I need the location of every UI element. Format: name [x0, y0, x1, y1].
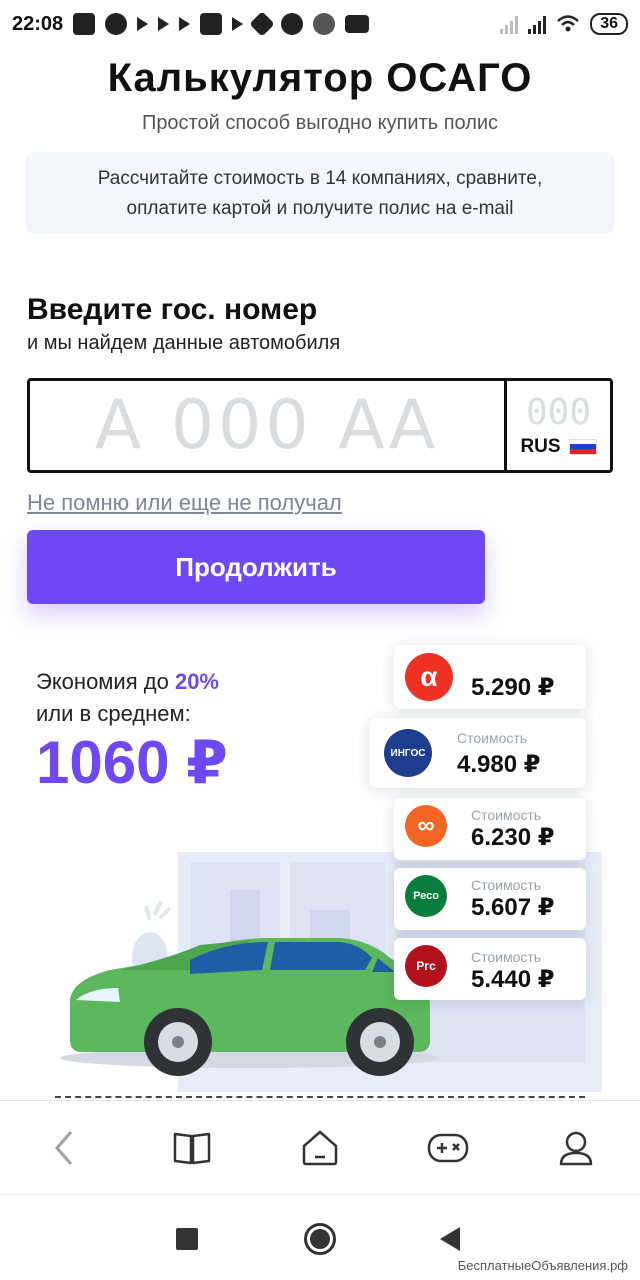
play-icon [158, 17, 170, 31]
offer-price: 5.440 ₽ [471, 966, 555, 993]
russia-flag-icon [568, 438, 597, 455]
games-button[interactable] [418, 1118, 478, 1178]
plate-number-field[interactable]: А 000 АА [30, 381, 507, 470]
back-icon [55, 1130, 73, 1165]
savings-percent: 20% [174, 669, 219, 694]
bookmarks-button[interactable] [162, 1118, 222, 1178]
savings-amount: 1060 ₽ [36, 729, 228, 796]
continue-button[interactable]: Продолжить [27, 530, 485, 604]
status-time: 22:08 [12, 12, 64, 35]
back-button[interactable] [34, 1118, 94, 1178]
offer-price: 5.607 ₽ [471, 894, 555, 921]
offer-caption: Стоимость [471, 877, 542, 893]
savings-prefix: Экономия до [36, 669, 169, 694]
offer-card[interactable]: ∞ Стоимость 6.230 ₽ [394, 798, 586, 860]
plate-heading: Введите гос. номер [27, 293, 318, 326]
signal-icon [500, 14, 519, 34]
profile-icon [559, 1131, 593, 1165]
signal-icon [528, 14, 547, 34]
offer-price: 6.230 ₽ [471, 824, 555, 851]
notification-icons [73, 11, 370, 37]
offer-price: 4.980 ₽ [457, 751, 541, 778]
no-plate-link[interactable]: Не помню или еще не получал [27, 490, 342, 516]
offer-card[interactable]: α 5.290 ₽ [394, 645, 586, 709]
reso-logo-icon: Ресо [405, 875, 447, 917]
gamepad-icon [427, 1133, 469, 1162]
home-circle-icon[interactable] [304, 1223, 336, 1255]
info-line-1: Рассчитайте стоимость в 14 компаниях, ср… [97, 168, 543, 189]
viber-icon [281, 13, 304, 35]
offer-price: 5.290 ₽ [471, 674, 555, 701]
back-triangle-icon[interactable] [440, 1227, 460, 1251]
browser-bottom-nav [0, 1100, 640, 1194]
home-button[interactable] [290, 1118, 350, 1178]
info-box: Рассчитайте стоимость в 14 компаниях, ср… [26, 152, 614, 234]
home-icon [302, 1130, 338, 1165]
region-code-placeholder: 000 [525, 391, 592, 433]
message-icon [73, 13, 96, 35]
plate-subheading: и мы найдем данные автомобиля [27, 332, 341, 354]
offer-card[interactable]: Ресо Стоимость 5.607 ₽ [394, 868, 586, 930]
license-plate-input[interactable]: А 000 АА 000 RUS [27, 378, 613, 473]
offer-caption: Стоимость [457, 730, 528, 746]
play-icon [179, 17, 191, 31]
page-title: Калькулятор ОСАГО [107, 56, 533, 100]
app-icon [249, 11, 275, 37]
offer-card[interactable]: ИНГОС Стоимость 4.980 ₽ [370, 718, 586, 788]
info-line-2: оплатите картой и получите полис на e-ma… [126, 198, 514, 219]
wifi-icon [557, 15, 580, 32]
play-icon [232, 17, 244, 31]
battery-icon: 36 [590, 13, 628, 35]
play-icon [137, 17, 149, 31]
offer-card[interactable]: Ргс Стоимость 5.440 ₽ [394, 938, 586, 1000]
ingos-logo-icon: ИНГОС [384, 729, 432, 777]
watermark: БесплатныеОбъявления.рф [457, 1258, 628, 1273]
savings-line2: или в среднем: [36, 701, 191, 726]
sogaz-logo-icon: ∞ [405, 805, 447, 847]
country-label: RUS [520, 435, 597, 458]
page-subtitle: Простой способ выгодно купить полис [141, 112, 499, 134]
status-bar: 22:08 36 [0, 0, 640, 48]
alfa-logo-icon: α [405, 653, 453, 701]
rgs-logo-icon: Ргс [405, 945, 447, 987]
country-code: RUS [520, 435, 561, 457]
book-icon [173, 1132, 211, 1164]
youtube-icon [345, 15, 370, 33]
offer-caption: Стоимость [471, 807, 542, 823]
plate-region-field[interactable]: 000 RUS [507, 381, 610, 470]
recents-icon[interactable] [176, 1228, 198, 1250]
divider [55, 1096, 585, 1098]
offer-caption: Стоимость [471, 949, 542, 965]
savings-text: Экономия до 20% или в среднем: [36, 666, 219, 730]
profile-button[interactable] [546, 1118, 606, 1178]
people-icon [313, 13, 336, 35]
upload-icon [200, 13, 223, 35]
chat-icon [105, 13, 128, 35]
